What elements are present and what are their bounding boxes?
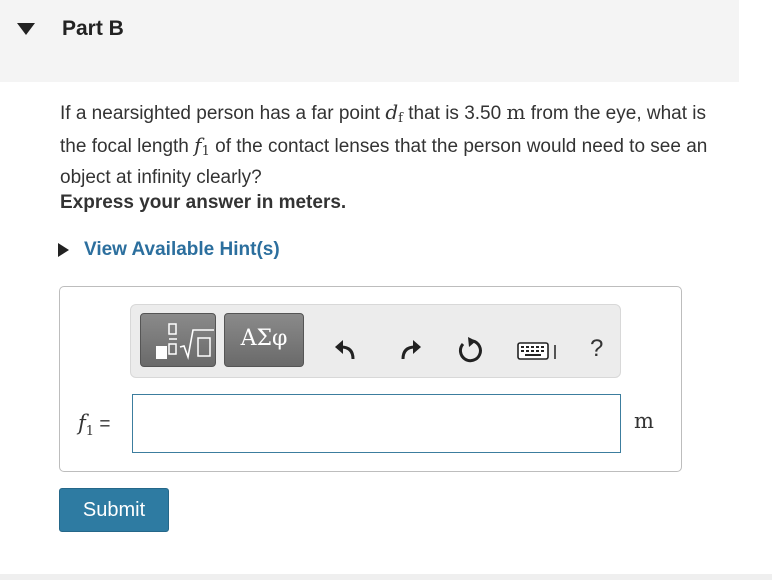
greek-symbols-icon: ΑΣφ	[240, 326, 288, 351]
templates-icon	[156, 323, 214, 361]
question-text-segment: that is 3.50	[402, 103, 507, 124]
part-header: Part B	[0, 0, 739, 82]
help-icon[interactable]: ?	[590, 335, 603, 363]
view-hints-toggle[interactable]: View Available Hint(s)	[56, 239, 280, 261]
math-toolbar: ΑΣφ ?	[130, 304, 621, 378]
answer-input[interactable]	[132, 394, 621, 453]
focal-length-symbol: f1	[194, 133, 210, 159]
undo-icon[interactable]	[333, 337, 359, 363]
collapse-triangle-icon[interactable]	[16, 22, 36, 36]
footer-divider	[0, 574, 772, 580]
templates-button[interactable]	[140, 313, 216, 367]
reset-icon[interactable]	[457, 337, 483, 363]
inline-unit: m	[506, 100, 526, 124]
answer-instruction: Express your answer in meters.	[60, 192, 347, 213]
question-text-segment: If a nearsighted person has a far point	[60, 103, 386, 124]
submit-button[interactable]: Submit	[59, 488, 169, 532]
expand-triangle-icon	[58, 243, 69, 257]
answer-unit: m	[634, 409, 654, 433]
far-point-symbol: df	[385, 100, 403, 126]
answer-variable-label: f1 =	[78, 411, 111, 439]
question-text: If a nearsighted person has a far point …	[60, 99, 720, 191]
greek-symbols-button[interactable]: ΑΣφ	[224, 313, 304, 367]
answer-box: ΑΣφ ? f1 = m	[59, 286, 682, 472]
redo-icon[interactable]	[397, 337, 423, 363]
part-title: Part B	[62, 17, 124, 40]
view-hints-label: View Available Hint(s)	[84, 239, 280, 260]
keyboard-icon[interactable]	[517, 337, 561, 363]
